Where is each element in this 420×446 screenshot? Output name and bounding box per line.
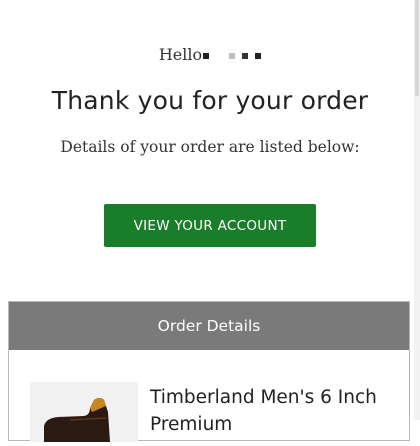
order-details-panel: Order Details Timberland Men's 6 Inch Pr… xyxy=(8,301,410,442)
order-details-header: Order Details xyxy=(9,302,409,350)
boot-image xyxy=(30,382,138,442)
redacted-name xyxy=(203,52,262,59)
product-image[interactable] xyxy=(30,382,138,442)
greeting: Hello xyxy=(0,45,420,64)
greeting-text: Hello xyxy=(158,45,203,64)
page-title: Thank you for your order xyxy=(51,86,369,115)
order-subtitle: Details of your order are listed below: xyxy=(60,138,360,156)
view-account-button[interactable]: VIEW YOUR ACCOUNT xyxy=(104,204,316,247)
product-title[interactable]: Timberland Men's 6 Inch Premium xyxy=(150,384,400,438)
